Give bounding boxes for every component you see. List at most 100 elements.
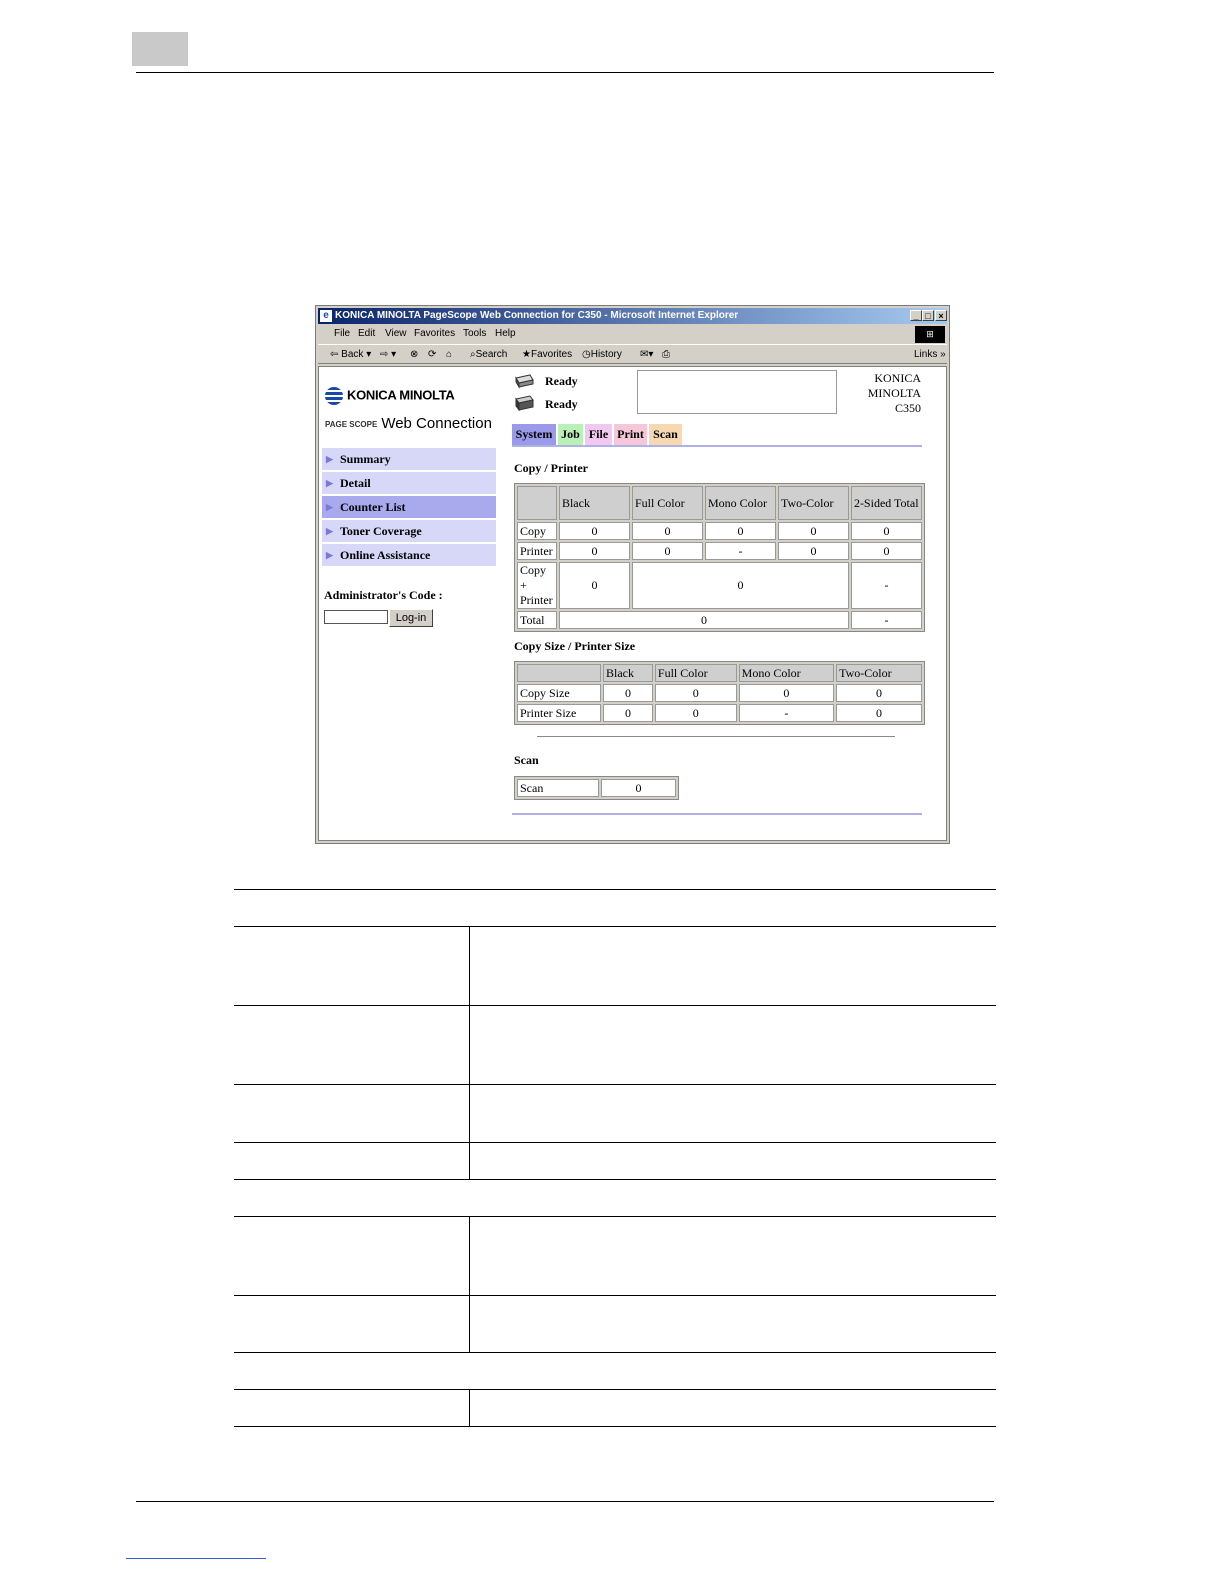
arrow-right-icon: ▶ — [326, 478, 333, 488]
page-content: KONICA MINOLTA PAGE SCOPE Web Connection … — [318, 366, 947, 841]
header-full-color: Full Color — [654, 664, 737, 682]
cell: 0 — [631, 562, 849, 609]
header-full-color: Full Color — [631, 486, 703, 520]
model-line: C350 — [894, 401, 921, 415]
cell: 0 — [654, 704, 737, 722]
forward-button[interactable]: ⇨ ▾ — [380, 345, 396, 365]
stop-icon[interactable]: ⊗ — [410, 345, 418, 365]
table-header-row: Black Full Color Mono Color Two-Color 2-… — [517, 486, 922, 520]
table-rule — [234, 1179, 996, 1180]
scanner-status: Ready — [545, 397, 578, 411]
header-blank — [517, 664, 601, 682]
copy-printer-table: Black Full Color Mono Color Two-Color 2-… — [514, 483, 925, 632]
tab-system[interactable]: System — [512, 424, 556, 445]
model-line: KONICA — [874, 371, 921, 385]
divider — [537, 736, 895, 737]
header-rule — [136, 72, 994, 73]
table-row: Copy Size 0 0 0 0 — [517, 684, 922, 702]
nav-label: Summary — [340, 452, 391, 466]
menu-view[interactable]: View — [385, 325, 407, 343]
header-black: Black — [603, 664, 653, 682]
table-rule — [234, 1352, 996, 1353]
pagescope-logo: PAGE SCOPE — [325, 419, 378, 429]
header-2-sided-total: 2-Sided Total — [850, 486, 922, 520]
browser-window: e KONICA MINOLTA PageScope Web Connectio… — [315, 305, 950, 844]
print-icon[interactable]: ⎙ — [662, 345, 670, 365]
table-column-rule — [469, 1389, 470, 1426]
nav-summary[interactable]: ▶ Summary — [322, 448, 496, 472]
cell: 0 — [631, 522, 703, 540]
back-arrow-icon: ⇦ — [330, 349, 339, 360]
table-row: Total 0 - — [517, 611, 922, 629]
close-button[interactable]: × — [935, 310, 947, 321]
cell: 0 — [654, 684, 737, 702]
menu-file[interactable]: File — [334, 325, 350, 343]
tab-print[interactable]: Print — [614, 424, 647, 445]
cell: - — [850, 562, 922, 609]
cell: - — [850, 611, 922, 629]
arrow-right-icon: ▶ — [326, 550, 333, 560]
table-rule — [234, 1426, 996, 1427]
row-label: Scan — [517, 779, 599, 797]
nav-online-assistance[interactable]: ▶ Online Assistance — [322, 544, 496, 568]
cell: 0 — [777, 522, 849, 540]
row-label-line: + — [520, 578, 527, 592]
cell: 0 — [603, 704, 653, 722]
chapter-tab — [132, 32, 188, 66]
tab-file[interactable]: File — [585, 424, 612, 445]
favorites-button[interactable]: ★Favorites — [522, 345, 572, 365]
search-button[interactable]: ⌕Search — [470, 345, 507, 365]
admin-code-label: Administrator's Code : — [324, 588, 443, 602]
scanner-icon — [515, 395, 534, 411]
header-two-color: Two-Color — [836, 664, 922, 682]
ie-icon: e — [320, 310, 332, 322]
header-black: Black — [558, 486, 630, 520]
links-button[interactable]: Links » — [914, 345, 946, 365]
footer-link-underline — [126, 1558, 266, 1559]
window-title: KONICA MINOLTA PageScope Web Connection … — [335, 310, 739, 321]
nav-label: Online Assistance — [340, 548, 431, 562]
menu-tools[interactable]: Tools — [463, 325, 486, 343]
content-bottom-rule — [512, 813, 922, 815]
menu-help[interactable]: Help — [495, 325, 516, 343]
printer-status: Ready — [545, 374, 578, 388]
nav-toner-coverage[interactable]: ▶ Toner Coverage — [322, 520, 496, 544]
admin-code-input[interactable] — [324, 610, 388, 624]
nav-counter-list[interactable]: ▶ Counter List — [322, 496, 496, 520]
login-button[interactable]: Log-in — [389, 609, 433, 627]
size-title: Copy Size / Printer Size — [514, 639, 636, 653]
back-button[interactable]: ⇦ Back ▾ — [330, 345, 371, 365]
minimize-button[interactable]: _ — [910, 310, 922, 321]
web-connection-logo: PAGE SCOPE Web Connection — [325, 415, 492, 432]
tab-job[interactable]: Job — [558, 424, 583, 445]
message-box — [637, 370, 837, 414]
nav-label: Counter List — [340, 500, 406, 514]
mail-icon[interactable]: ✉▾ — [640, 345, 653, 365]
maximize-button[interactable]: □ — [922, 310, 934, 321]
header-mono-color: Mono Color — [704, 486, 776, 520]
globe-logo-icon — [325, 387, 343, 405]
table-rule — [234, 1216, 996, 1217]
cell: 0 — [738, 684, 835, 702]
home-icon[interactable]: ⌂ — [446, 345, 452, 365]
cell: 0 — [704, 522, 776, 540]
nav-label: Toner Coverage — [340, 524, 422, 538]
menu-edit[interactable]: Edit — [358, 325, 375, 343]
history-button[interactable]: ◷History — [582, 345, 622, 365]
cell: - — [704, 542, 776, 560]
nav-detail[interactable]: ▶ Detail — [322, 472, 496, 496]
table-column-rule — [469, 926, 470, 1179]
size-table: Black Full Color Mono Color Two-Color Co… — [514, 661, 925, 725]
arrow-right-icon: ▶ — [326, 502, 333, 512]
menu-favorites[interactable]: Favorites — [414, 325, 455, 343]
table-rule — [234, 889, 996, 890]
row-label-line: Printer — [520, 593, 553, 607]
table-row: Printer Size 0 0 - 0 — [517, 704, 922, 722]
links-label: Links — [914, 349, 938, 360]
refresh-icon[interactable]: ⟳ — [428, 345, 436, 365]
header-two-color: Two-Color — [777, 486, 849, 520]
konica-minolta-logo: KONICA MINOLTA — [325, 387, 455, 405]
table-row: Scan 0 — [517, 779, 676, 797]
tab-scan[interactable]: Scan — [649, 424, 682, 445]
chevron-down-icon: ▾ — [366, 349, 372, 360]
